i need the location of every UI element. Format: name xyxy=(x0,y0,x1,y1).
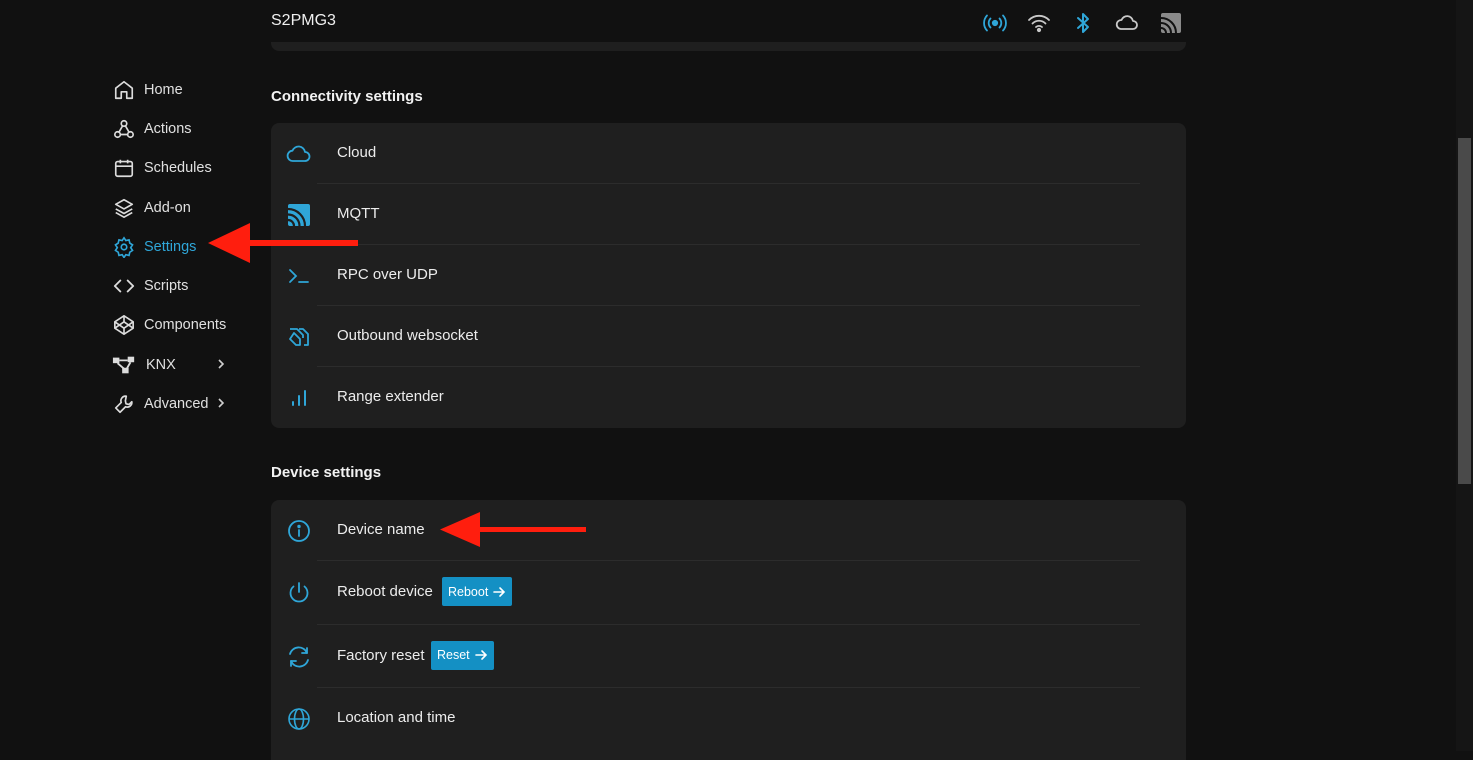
cloud-icon[interactable] xyxy=(1112,10,1142,36)
row-label: Outbound websocket xyxy=(337,327,478,344)
webhook-icon xyxy=(112,117,136,141)
sidebar-item-label: Actions xyxy=(144,120,192,137)
wrench-icon xyxy=(112,392,136,416)
globe-icon xyxy=(285,705,313,733)
row-label: Location and time xyxy=(337,709,456,726)
row-label: Device name xyxy=(337,521,425,538)
code-icon xyxy=(112,274,136,298)
settings-row-rpc-over-udp[interactable]: RPC over UDP xyxy=(271,245,1186,306)
gear-icon xyxy=(112,235,136,259)
row-label: Range extender xyxy=(337,388,444,405)
reset-button-label: Reset xyxy=(437,648,470,662)
header-card-edge xyxy=(271,42,1186,51)
settings-row-factory-reset[interactable]: Factory reset Reset xyxy=(271,625,1186,688)
reset-button[interactable]: Reset xyxy=(431,640,494,670)
sidebar-item-schedules[interactable]: Schedules xyxy=(112,149,252,188)
settings-row-mqtt[interactable]: MQTT xyxy=(271,184,1186,245)
websocket-icon xyxy=(285,323,313,351)
arrow-right-icon xyxy=(493,586,506,597)
sidebar-item-label: Advanced xyxy=(144,396,209,413)
sidebar-item-knx[interactable]: KNX xyxy=(112,345,252,384)
sidebar-item-label: Home xyxy=(144,81,183,98)
row-label: Factory reset xyxy=(337,646,425,664)
chevron-right-icon xyxy=(216,357,226,375)
knx-network-icon xyxy=(112,353,136,377)
bluetooth-icon[interactable] xyxy=(1068,10,1098,36)
chevron-right-icon xyxy=(216,396,226,414)
cloud-icon xyxy=(285,140,313,168)
device-settings-card: Device name Reboot device Reboot Factory… xyxy=(271,500,1186,760)
device-title: S2PMG3 xyxy=(271,12,336,29)
sidebar-item-label: Scripts xyxy=(144,278,189,295)
sidebar-item-label: Schedules xyxy=(144,160,212,177)
sidebar-item-label: Components xyxy=(144,317,227,334)
layers-icon xyxy=(112,196,136,220)
reboot-button[interactable]: Reboot xyxy=(442,577,513,606)
sidebar-item-home[interactable]: Home xyxy=(112,70,252,109)
wifi-icon[interactable] xyxy=(1024,10,1054,36)
settings-row-cloud[interactable]: Cloud xyxy=(271,123,1186,184)
settings-row-device-name[interactable]: Device name xyxy=(271,500,1186,561)
connectivity-settings-card: Cloud MQTT RPC over UDP Outbound websock… xyxy=(271,123,1186,428)
info-icon xyxy=(285,517,313,545)
signal-bars-icon xyxy=(285,384,313,412)
scrollbar-thumb[interactable] xyxy=(1458,138,1471,484)
sidebar-item-actions[interactable]: Actions xyxy=(112,109,252,148)
connectivity-section-title: Connectivity settings xyxy=(271,88,423,105)
sidebar-item-components[interactable]: Components xyxy=(112,306,252,345)
home-icon xyxy=(112,78,136,102)
arrow-right-icon xyxy=(474,650,487,660)
signal-broadcast-icon[interactable] xyxy=(980,10,1010,36)
sidebar-item-advanced[interactable]: Advanced xyxy=(112,384,252,423)
power-icon xyxy=(285,579,313,607)
settings-row-location-and-time[interactable]: Location and time xyxy=(271,688,1186,749)
device-section-title: Device settings xyxy=(271,464,382,481)
row-label: MQTT xyxy=(337,205,380,222)
settings-row-range-extender[interactable]: Range extender xyxy=(271,367,1186,428)
settings-row-outbound-websocket[interactable]: Outbound websocket xyxy=(271,306,1186,367)
codepen-icon xyxy=(112,313,136,337)
calendar-icon xyxy=(112,156,136,180)
terminal-icon xyxy=(285,262,313,290)
settings-row-reboot-device[interactable]: Reboot device Reboot xyxy=(271,561,1186,625)
top-header: S2PMG3 xyxy=(271,0,1186,44)
sidebar-item-label: KNX xyxy=(146,356,176,373)
annotation-arrow-device-name xyxy=(440,512,586,547)
row-label: RPC over UDP xyxy=(337,266,438,283)
annotation-arrow-settings xyxy=(208,223,358,263)
reset-icon xyxy=(285,643,313,671)
mqtt-icon[interactable] xyxy=(1156,10,1186,36)
reboot-button-label: Reboot xyxy=(448,584,489,599)
sidebar-item-label: Settings xyxy=(144,238,197,255)
sidebar-item-label: Add-on xyxy=(144,199,191,216)
row-label: Cloud xyxy=(337,144,377,161)
sidebar-item-scripts[interactable]: Scripts xyxy=(112,266,252,305)
row-label: Reboot device xyxy=(337,583,433,600)
header-status-icons xyxy=(980,10,1186,36)
